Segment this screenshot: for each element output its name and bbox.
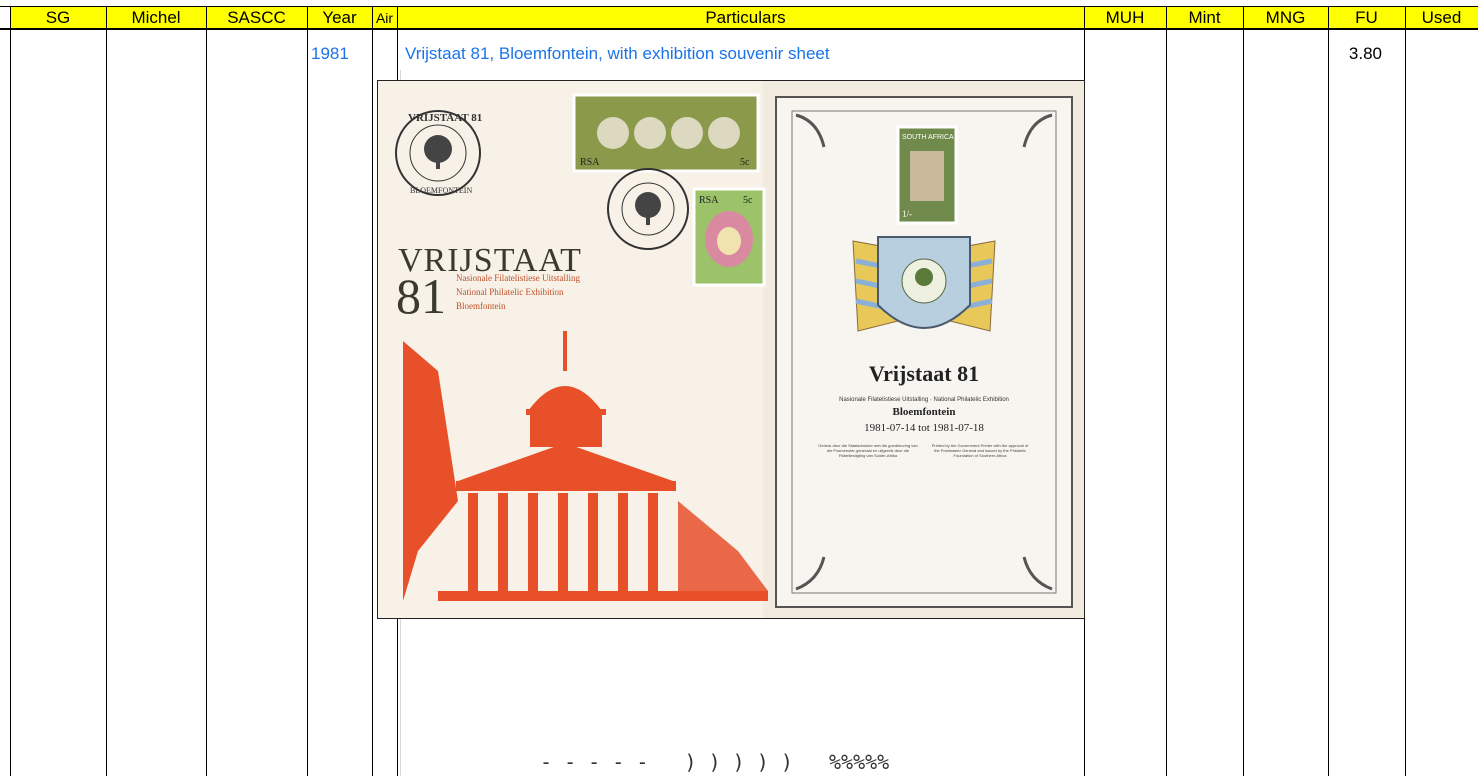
- column-divider: [1328, 6, 1329, 776]
- svg-text:1/-: 1/-: [902, 209, 912, 219]
- svg-text:VRIJSTAAT 81: VRIJSTAAT 81: [408, 112, 482, 124]
- svg-text:National Philatelic Exhibition: National Philatelic Exhibition: [456, 287, 564, 297]
- stamp-protea: RSA 5c: [692, 187, 766, 287]
- svg-text:Bloemfontein: Bloemfontein: [893, 406, 956, 418]
- header-air: Air: [375, 10, 394, 26]
- svg-text:5c: 5c: [740, 157, 750, 168]
- header-used: Used: [1421, 8, 1462, 27]
- column-divider: [1166, 6, 1167, 776]
- column-divider: [1243, 6, 1244, 776]
- cover-number: 81: [396, 268, 446, 324]
- year-link[interactable]: 1981: [311, 44, 361, 64]
- souvenir-sheet: SOUTH AFRICA 1/- Vrijstaat 81 Nasionale …: [775, 96, 1073, 608]
- column-divider: [307, 6, 308, 776]
- svg-text:RSA: RSA: [580, 157, 600, 168]
- header-mng: MNG: [1265, 8, 1306, 27]
- table-header: SG Michel SASCC Year Air Particulars MUH…: [10, 6, 1478, 30]
- svg-text:RSA: RSA: [699, 195, 719, 206]
- particulars-link[interactable]: Vrijstaat 81, Bloemfontein, with exhibit…: [405, 44, 830, 64]
- column-divider: [372, 6, 373, 776]
- stamp-portraits: RSA 5c: [572, 93, 760, 173]
- svg-text:BLOEMFONTEIN: BLOEMFONTEIN: [410, 186, 472, 195]
- header-year: Year: [322, 8, 357, 27]
- column-divider: [206, 6, 207, 776]
- svg-text:Bloemfontein: Bloemfontein: [456, 301, 506, 311]
- column-divider: [106, 6, 107, 776]
- svg-text:Nasionale Filatelistiese Uitst: Nasionale Filatelistiese Uitstalling · N…: [839, 397, 1009, 403]
- svg-text:1981-07-14 tot 1981-07-18: 1981-07-14 tot 1981-07-18: [864, 422, 984, 434]
- header-sascc: SASCC: [227, 8, 286, 27]
- footer-text: - - - - - ) ) ) ) ) %%%%%: [540, 750, 890, 774]
- svg-text:5c: 5c: [743, 195, 753, 206]
- svg-text:Nasionale Filatelistiese Uitst: Nasionale Filatelistiese Uitstalling: [456, 273, 580, 283]
- sheet-title: Vrijstaat 81: [869, 361, 979, 386]
- column-divider: [10, 6, 11, 776]
- header-fu: FU: [1355, 8, 1378, 27]
- fu-value: 3.80: [1348, 44, 1382, 63]
- svg-text:SOUTH AFRICA: SOUTH AFRICA: [902, 134, 954, 141]
- header-sg: SG: [45, 8, 71, 27]
- header-michel: Michel: [131, 8, 181, 27]
- header-left-cap: [0, 6, 10, 30]
- header-muh: MUH: [1105, 8, 1145, 27]
- cover-image[interactable]: VRIJSTAAT 81 BLOEMFONTEIN RSA 5c RSA 5c: [377, 80, 1085, 619]
- header-particulars: Particulars: [705, 8, 786, 27]
- header-mint: Mint: [1188, 8, 1221, 27]
- column-divider: [1405, 6, 1406, 776]
